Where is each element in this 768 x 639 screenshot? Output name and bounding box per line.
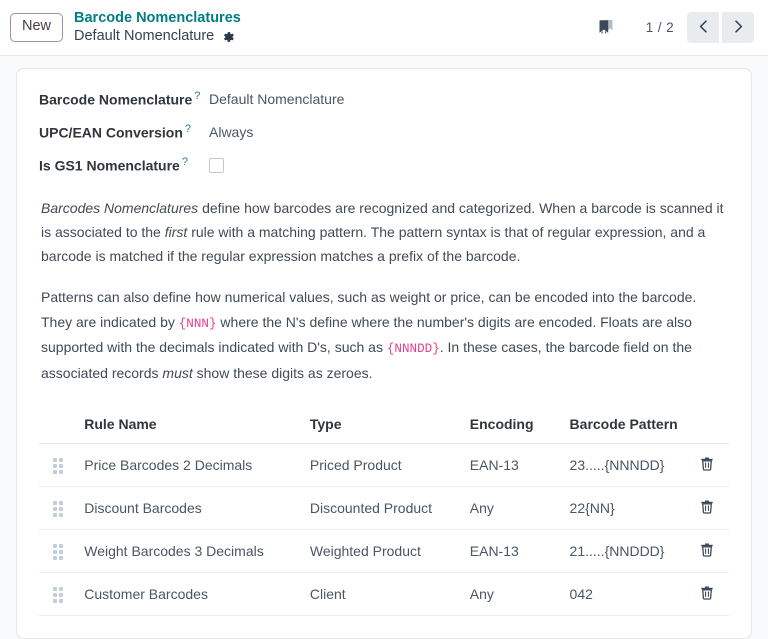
breadcrumb-current-row: Default Nomenclature bbox=[74, 28, 241, 45]
trash-icon bbox=[700, 456, 714, 474]
row-drag-handle-cell[interactable] bbox=[39, 486, 76, 529]
desc-emphasis-barcodes-nomenclatures: Barcodes Nomenclatures bbox=[41, 200, 198, 216]
description-paragraph-2: Patterns can also define how numerical v… bbox=[41, 285, 727, 384]
breadcrumb-parent-link[interactable]: Barcode Nomenclatures bbox=[74, 10, 241, 27]
help-icon[interactable]: ? bbox=[194, 90, 200, 102]
row-drag-handle-cell[interactable] bbox=[39, 529, 76, 572]
cell-delete bbox=[686, 529, 729, 572]
cell-type[interactable]: Weighted Product bbox=[302, 529, 462, 572]
delete-row-button[interactable] bbox=[700, 585, 714, 603]
trash-icon bbox=[700, 499, 714, 517]
rules-table: Rule Name Type Encoding Barcode Pattern … bbox=[39, 412, 729, 616]
field-value-barcode-nomenclature[interactable]: Default Nomenclature bbox=[209, 88, 344, 109]
drag-handle-icon[interactable] bbox=[53, 544, 63, 560]
control-panel-left: New Barcode Nomenclatures Default Nomenc… bbox=[10, 10, 596, 44]
pager: 1 / 2 bbox=[646, 12, 754, 43]
control-panel: New Barcode Nomenclatures Default Nomenc… bbox=[0, 0, 768, 56]
new-button[interactable]: New bbox=[10, 13, 63, 42]
cell-encoding[interactable]: EAN-13 bbox=[462, 443, 562, 486]
gear-icon[interactable] bbox=[221, 30, 235, 44]
code-span-nnndd: {NNNDD} bbox=[387, 342, 440, 356]
field-label-text: Is GS1 Nomenclature bbox=[39, 158, 180, 174]
pager-previous-button[interactable] bbox=[687, 12, 719, 43]
rules-table-body: Price Barcodes 2 Decimals Priced Product… bbox=[39, 443, 729, 615]
breadcrumb-current: Default Nomenclature bbox=[74, 28, 214, 45]
field-label-text: Barcode Nomenclature bbox=[39, 92, 192, 108]
column-header-type[interactable]: Type bbox=[302, 412, 462, 444]
desc-emphasis-first: first bbox=[165, 224, 188, 240]
field-value-is-gs1-nomenclature bbox=[209, 154, 224, 178]
delete-row-button[interactable] bbox=[700, 542, 714, 560]
cell-type[interactable]: Discounted Product bbox=[302, 486, 462, 529]
chevron-left-icon bbox=[697, 19, 710, 37]
cell-rule-name[interactable]: Price Barcodes 2 Decimals bbox=[76, 443, 302, 486]
table-row[interactable]: Discount Barcodes Discounted Product Any… bbox=[39, 486, 729, 529]
field-label-upc-ean-conversion: UPC/EAN Conversion? bbox=[39, 121, 209, 143]
trash-icon bbox=[700, 542, 714, 560]
field-value-upc-ean-conversion[interactable]: Always bbox=[209, 121, 253, 142]
cell-encoding[interactable]: Any bbox=[462, 486, 562, 529]
field-barcode-nomenclature: Barcode Nomenclature? Default Nomenclatu… bbox=[39, 88, 729, 110]
help-icon[interactable]: ? bbox=[185, 123, 191, 135]
field-is-gs1-nomenclature: Is GS1 Nomenclature? bbox=[39, 154, 729, 178]
rules-table-head: Rule Name Type Encoding Barcode Pattern bbox=[39, 412, 729, 444]
rules-table-header-row: Rule Name Type Encoding Barcode Pattern bbox=[39, 412, 729, 444]
delete-row-button[interactable] bbox=[700, 499, 714, 517]
column-header-handle bbox=[39, 412, 76, 444]
help-icon[interactable]: ? bbox=[182, 156, 188, 168]
bookmark-icon[interactable] bbox=[596, 18, 616, 38]
column-header-rule-name[interactable]: Rule Name bbox=[76, 412, 302, 444]
breadcrumb: Barcode Nomenclatures Default Nomenclatu… bbox=[74, 10, 241, 44]
table-row[interactable]: Weight Barcodes 3 Decimals Weighted Prod… bbox=[39, 529, 729, 572]
cell-barcode-pattern[interactable]: 23.....{NNNDD} bbox=[562, 443, 686, 486]
sheet-wrapper: Barcode Nomenclature? Default Nomenclatu… bbox=[0, 56, 768, 639]
delete-row-button[interactable] bbox=[700, 456, 714, 474]
column-header-encoding[interactable]: Encoding bbox=[462, 412, 562, 444]
pager-next-button[interactable] bbox=[722, 12, 754, 43]
cell-barcode-pattern[interactable]: 21.....{NNDDD} bbox=[562, 529, 686, 572]
cell-delete bbox=[686, 486, 729, 529]
cell-type[interactable]: Priced Product bbox=[302, 443, 462, 486]
field-label-is-gs1-nomenclature: Is GS1 Nomenclature? bbox=[39, 154, 209, 176]
desc-text: show these digits as zeroes. bbox=[193, 365, 373, 381]
field-label-barcode-nomenclature: Barcode Nomenclature? bbox=[39, 88, 209, 110]
drag-handle-icon[interactable] bbox=[53, 501, 63, 517]
cell-barcode-pattern[interactable]: 22{NN} bbox=[562, 486, 686, 529]
is-gs1-nomenclature-checkbox[interactable] bbox=[209, 158, 224, 173]
form-field-group: Barcode Nomenclature? Default Nomenclatu… bbox=[39, 88, 729, 178]
desc-emphasis-must: must bbox=[162, 365, 192, 381]
drag-handle-icon[interactable] bbox=[53, 458, 63, 474]
cell-rule-name[interactable]: Weight Barcodes 3 Decimals bbox=[76, 529, 302, 572]
code-span-nnn: {NNN} bbox=[179, 317, 217, 331]
row-drag-handle-cell[interactable] bbox=[39, 443, 76, 486]
cell-delete bbox=[686, 443, 729, 486]
cell-encoding[interactable]: EAN-13 bbox=[462, 529, 562, 572]
column-header-barcode-pattern[interactable]: Barcode Pattern bbox=[562, 412, 686, 444]
description-paragraph-1: Barcodes Nomenclatures define how barcod… bbox=[41, 196, 727, 268]
field-upc-ean-conversion: UPC/EAN Conversion? Always bbox=[39, 121, 729, 143]
drag-handle-icon[interactable] bbox=[53, 587, 63, 603]
cell-rule-name[interactable]: Discount Barcodes bbox=[76, 486, 302, 529]
table-row[interactable]: Price Barcodes 2 Decimals Priced Product… bbox=[39, 443, 729, 486]
control-panel-right: 1 / 2 bbox=[596, 12, 754, 43]
trash-icon bbox=[700, 585, 714, 603]
pager-count[interactable]: 1 / 2 bbox=[646, 20, 674, 35]
chevron-right-icon bbox=[732, 19, 745, 37]
column-header-delete bbox=[686, 412, 729, 444]
field-label-text: UPC/EAN Conversion bbox=[39, 125, 183, 141]
form-sheet: Barcode Nomenclature? Default Nomenclatu… bbox=[16, 68, 752, 639]
